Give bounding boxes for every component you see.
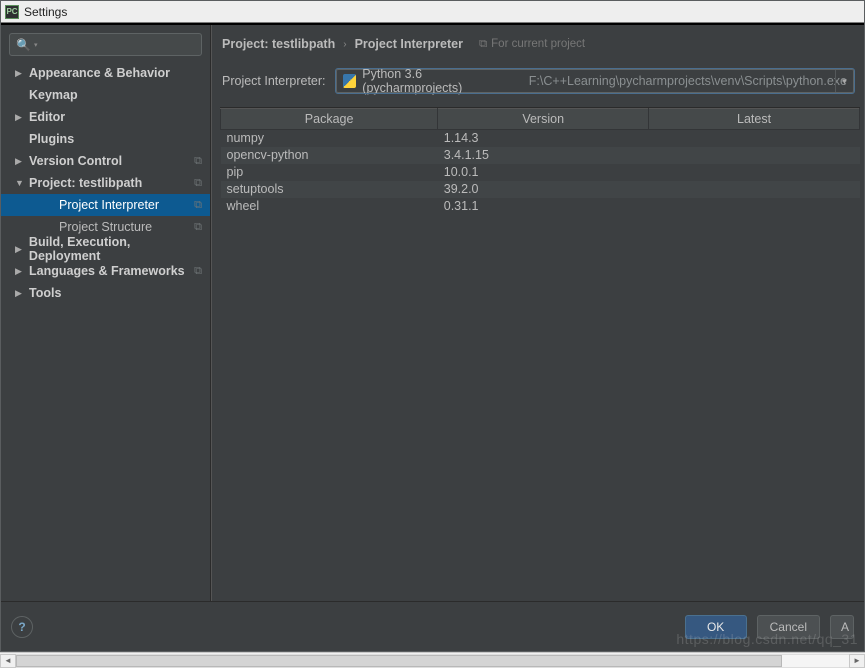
search-input[interactable]: 🔍 ▾ [9,33,202,56]
footer-buttons: OK Cancel A [685,615,854,639]
body-area: 🔍 ▾ ▶Appearance & Behavior▶Keymap▶Editor… [1,23,864,601]
cell-latest [649,181,860,198]
table-row[interactable]: pip10.0.1 [221,164,860,181]
chevron-down-icon[interactable]: ▼ [835,70,853,92]
search-wrap: 🔍 ▾ [1,25,210,62]
cell-latest [649,164,860,181]
sidebar-item-label: Tools [29,286,61,300]
sidebar-item-build-execution-deployment[interactable]: ▶ Build, Execution, Deployment [1,238,210,260]
settings-sidebar: 🔍 ▾ ▶Appearance & Behavior▶Keymap▶Editor… [1,25,211,601]
cell-package: numpy [221,130,438,147]
interpreter-label: Project Interpreter: [222,74,326,88]
cell-latest [649,147,860,164]
scroll-left-button[interactable]: ◄ [0,654,16,668]
sidebar-item-label: Project Structure [59,220,152,234]
interpreter-select[interactable]: Python 3.6 (pycharmprojects) F:\C++Learn… [336,69,854,93]
apply-button[interactable]: A [830,615,854,639]
copy-icon: ⧉ [479,38,487,51]
scroll-track[interactable] [16,654,849,668]
sidebar-item-label: Project Interpreter [59,198,159,212]
sidebar-item-label: Appearance & Behavior [29,66,170,80]
sidebar-item-label: Version Control [29,154,122,168]
sidebar-item-label: Keymap [29,88,78,102]
sidebar-item-languages-frameworks[interactable]: ▶ Languages & Frameworks ⧉ [1,260,210,282]
cell-package: wheel [221,198,438,215]
interpreter-name: Python 3.6 (pycharmprojects) [362,67,523,95]
sidebar-item-project-interpreter[interactable]: ▶Project Interpreter⧉ [1,194,210,216]
cell-version: 0.31.1 [438,198,649,215]
footer: ? OK Cancel A https://blog.csdn.net/qq_3… [1,601,864,651]
python-icon [343,74,357,88]
chevron-right-icon: ▶ [15,68,25,79]
col-package-header[interactable]: Package [221,109,438,130]
cell-package: opencv-python [221,147,438,164]
chevron-right-icon: ▶ [15,156,25,167]
scroll-thumb[interactable] [16,655,782,667]
sidebar-item-label: Editor [29,110,65,124]
table-row[interactable]: wheel0.31.1 [221,198,860,215]
chevron-right-icon: ▶ [15,244,25,255]
sidebar-item-keymap[interactable]: ▶Keymap [1,84,210,106]
cell-version: 3.4.1.15 [438,147,649,164]
breadcrumb: Project: testlibpath › Project Interpret… [212,25,864,59]
chevron-right-icon: ▶ [15,266,25,277]
settings-tree: ▶Appearance & Behavior▶Keymap▶Editor▶Plu… [1,62,210,601]
copy-icon: ⧉ [194,155,202,168]
settings-window: PC Settings 🔍 ▾ ▶Appearance & Behavior▶K… [0,0,865,652]
cell-version: 10.0.1 [438,164,649,181]
sidebar-item-label: Plugins [29,132,74,146]
cancel-button[interactable]: Cancel [757,615,820,639]
copy-icon: ⧉ [194,177,202,190]
sidebar-item-appearance-behavior[interactable]: ▶ Appearance & Behavior [1,62,210,84]
chevron-down-icon: ▼ [15,178,25,188]
table-row[interactable]: setuptools39.2.0 [221,181,860,198]
copy-icon: ⧉ [194,199,202,212]
chevron-down-icon: ▾ [34,41,38,49]
table-row[interactable]: opencv-python3.4.1.15 [221,147,860,164]
for-current-project-hint: ⧉ For current project [479,38,585,51]
search-icon: 🔍 [16,38,31,52]
copy-icon: ⧉ [194,221,202,234]
packages-table: Package Version Latest numpy1.14.3opencv… [220,108,860,215]
breadcrumb-separator: › [343,39,346,50]
horizontal-scrollbar[interactable]: ◄ ► [0,652,865,668]
ok-button[interactable]: OK [685,615,747,639]
packages-table-wrap: Package Version Latest numpy1.14.3opencv… [220,107,860,601]
cell-version: 1.14.3 [438,130,649,147]
app-icon: PC [5,5,19,19]
cell-package: setuptools [221,181,438,198]
help-button[interactable]: ? [11,616,33,638]
interpreter-row: Project Interpreter: Python 3.6 (pycharm… [212,59,864,103]
table-row[interactable]: numpy1.14.3 [221,130,860,147]
copy-icon: ⧉ [194,265,202,278]
scroll-right-button[interactable]: ► [849,654,865,668]
table-header-row: Package Version Latest [221,109,860,130]
window-title: Settings [24,5,67,19]
sidebar-item-project-testlibpath[interactable]: ▼ Project: testlibpath ⧉ [1,172,210,194]
sidebar-item-plugins[interactable]: ▶Plugins [1,128,210,150]
chevron-right-icon: ▶ [15,112,25,123]
interpreter-path: F:\C++Learning\pycharmprojects\venv\Scri… [529,74,847,88]
sidebar-item-label: Build, Execution, Deployment [29,235,204,263]
cell-latest [649,198,860,215]
sidebar-item-label: Project: testlibpath [29,176,142,190]
cell-package: pip [221,164,438,181]
chevron-right-icon: ▶ [15,288,25,299]
hint-label: For current project [491,38,585,50]
sidebar-item-tools[interactable]: ▶ Tools [1,282,210,304]
col-latest-header[interactable]: Latest [649,109,860,130]
breadcrumb-project: Project: testlibpath [222,37,335,51]
sidebar-item-editor[interactable]: ▶ Editor [1,106,210,128]
main-panel: Project: testlibpath › Project Interpret… [211,25,864,601]
sidebar-item-version-control[interactable]: ▶ Version Control ⧉ [1,150,210,172]
sidebar-item-label: Languages & Frameworks [29,264,185,278]
cell-version: 39.2.0 [438,181,649,198]
col-version-header[interactable]: Version [438,109,649,130]
titlebar: PC Settings [1,1,864,23]
breadcrumb-page: Project Interpreter [355,37,463,51]
cell-latest [649,130,860,147]
